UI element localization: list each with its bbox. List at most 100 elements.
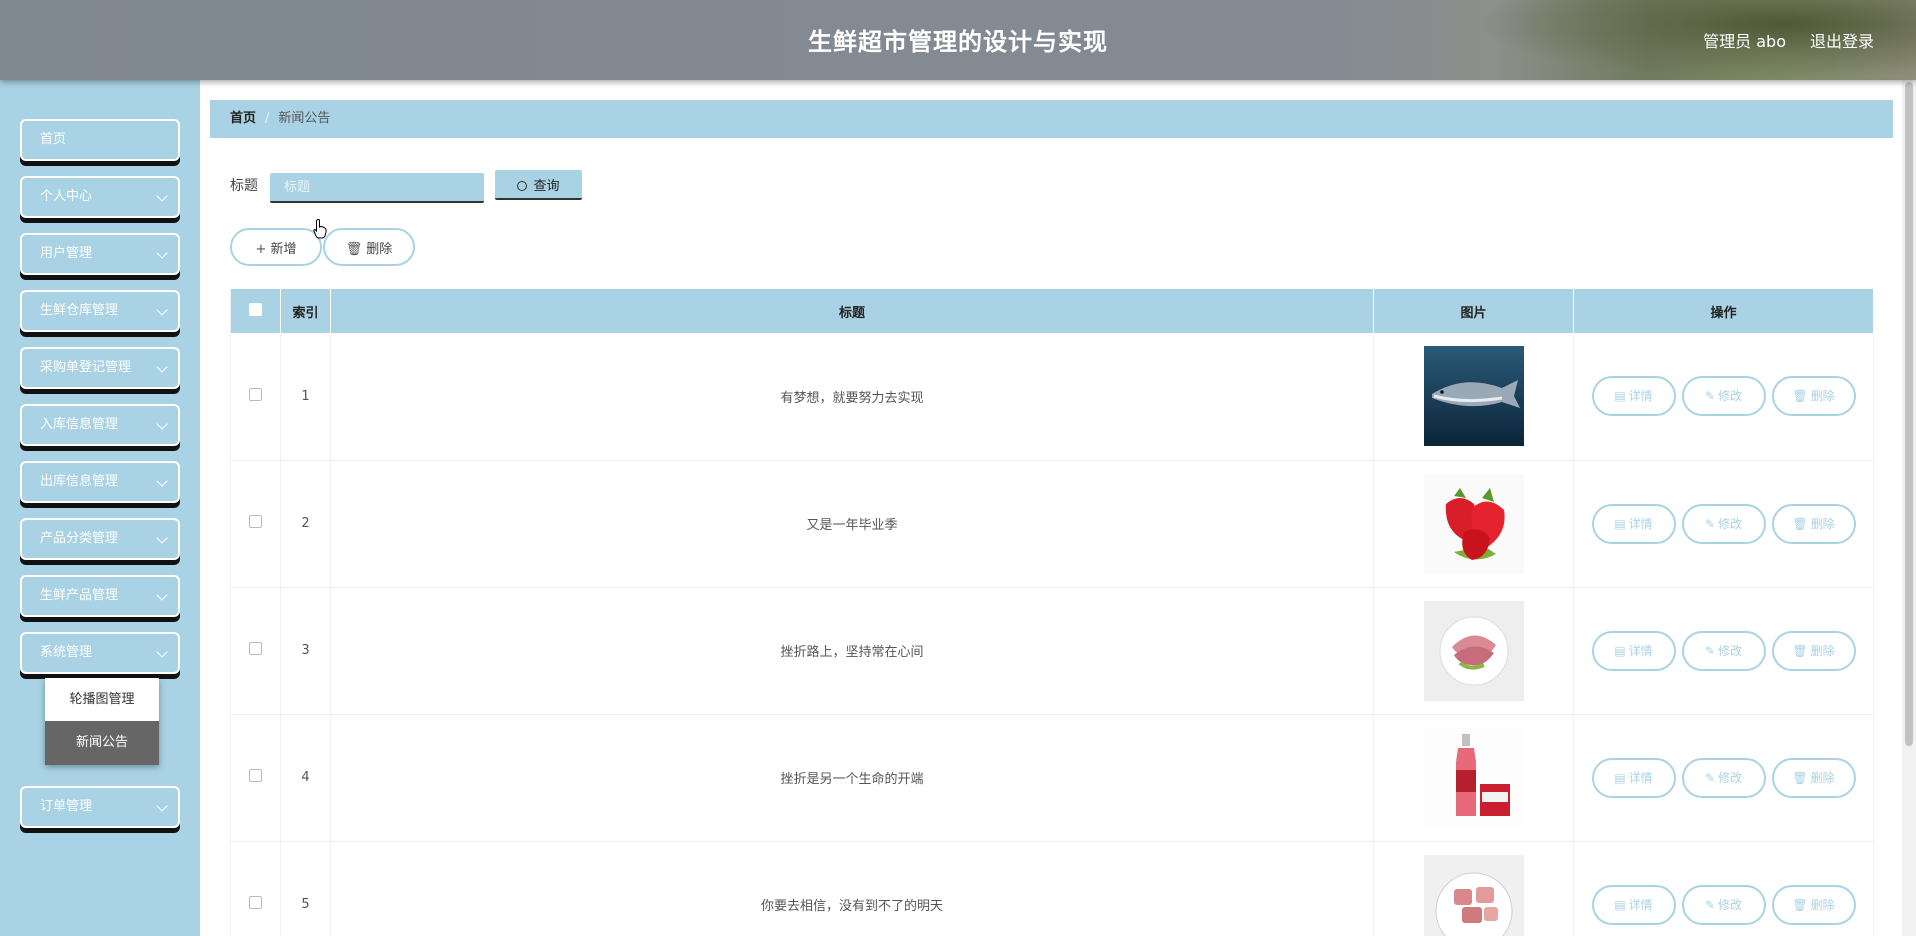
row-edit-label: 修改 — [1718, 389, 1743, 404]
edit-icon: ✎ — [1704, 897, 1716, 912]
row-detail-button[interactable]: ▤ 详情 — [1591, 757, 1676, 798]
bulk-delete-button-label: 删除 — [366, 241, 393, 257]
chevron-down-icon — [156, 418, 168, 430]
breadcrumb-home[interactable]: 首页 — [230, 111, 256, 126]
row-delete-button[interactable]: 🗑 删除 — [1771, 630, 1856, 671]
row-delete-label: 删除 — [1810, 770, 1835, 785]
row-title: 你要去相信，没有到不了的明天 — [330, 841, 1374, 936]
sidebar-item-purchase[interactable]: 采购单登记管理 — [20, 347, 180, 389]
row-checkbox[interactable] — [249, 896, 262, 909]
logout-link[interactable]: 退出登录 — [1810, 28, 1874, 52]
chevron-down-icon — [156, 190, 168, 202]
current-user-label: 管理员 abo — [1703, 32, 1786, 51]
row-edit-button[interactable]: ✎ 修改 — [1681, 630, 1766, 671]
row-detail-label: 详情 — [1628, 643, 1653, 658]
fish-image[interactable] — [1423, 346, 1524, 447]
edit-icon: ✎ — [1704, 516, 1716, 531]
row-edit-label: 修改 — [1718, 516, 1743, 531]
row-edit-button[interactable]: ✎ 修改 — [1681, 503, 1766, 544]
strawberry-image[interactable] — [1423, 473, 1524, 574]
plus-icon: + — [255, 241, 267, 257]
row-checkbox[interactable] — [249, 387, 262, 401]
chevron-down-icon — [156, 361, 168, 373]
submenu-item-carousel[interactable]: 轮播图管理 — [45, 678, 159, 721]
row-delete-button[interactable]: 🗑 删除 — [1771, 884, 1856, 925]
chevron-down-icon — [156, 532, 168, 544]
row-checkbox[interactable] — [249, 769, 262, 782]
row-edit-button[interactable]: ✎ 修改 — [1681, 376, 1766, 417]
table-row: 1 有梦想，就要努力去实现 ▤ 详情 ✎ 修改 🗑 删除 — [230, 333, 1874, 461]
row-edit-button[interactable]: ✎ 修改 — [1681, 884, 1766, 925]
sidebar-item-user-management[interactable]: 用户管理 — [20, 233, 180, 275]
sidebar-item-products[interactable]: 生鲜产品管理 — [20, 575, 180, 617]
row-detail-button[interactable]: ▤ 详情 — [1591, 630, 1676, 671]
row-delete-button[interactable]: 🗑 删除 — [1771, 376, 1856, 417]
row-edit-label: 修改 — [1718, 643, 1743, 658]
add-button[interactable]: + 新增 — [230, 228, 322, 266]
select-all-checkbox[interactable] — [249, 302, 262, 316]
sidebar-item-label: 生鲜仓库管理 — [40, 303, 119, 318]
meat-plate-image[interactable] — [1423, 854, 1524, 936]
row-edit-label: 修改 — [1718, 897, 1743, 912]
row-edit-button[interactable]: ✎ 修改 — [1681, 757, 1766, 798]
edit-icon: ✎ — [1704, 389, 1716, 404]
table-row: 4 挫折是另一个生命的开端 ▤ 详情 ✎ 修改 🗑 删除 — [230, 714, 1874, 842]
row-index: 2 — [280, 460, 331, 588]
juice-bottle-image[interactable] — [1423, 727, 1524, 828]
row-delete-label: 删除 — [1810, 643, 1835, 658]
row-checkbox[interactable] — [249, 515, 262, 528]
chevron-down-icon — [156, 646, 168, 658]
row-title: 挫折路上，坚持常在心间 — [330, 587, 1374, 715]
row-checkbox[interactable] — [249, 642, 262, 655]
row-index: 5 — [280, 841, 331, 936]
row-title: 挫折是另一个生命的开端 — [330, 714, 1374, 842]
row-delete-button[interactable]: 🗑 删除 — [1771, 757, 1856, 798]
sidebar-item-label: 生鲜产品管理 — [40, 588, 119, 603]
sidebar-item-home[interactable]: 首页 — [20, 119, 180, 161]
chevron-down-icon — [156, 589, 168, 601]
top-header: 生鲜超市管理的设计与实现 管理员 abo 退出登录 — [0, 0, 1916, 80]
sidebar-item-outbound[interactable]: 出库信息管理 — [20, 461, 180, 503]
app-title: 生鲜超市管理的设计与实现 — [808, 28, 1108, 56]
sidebar-item-label: 采购单登记管理 — [40, 360, 132, 375]
sidebar-item-orders[interactable]: 订单管理 — [20, 786, 180, 828]
table-header-row: 索引 标题 图片 操作 — [230, 289, 1874, 333]
page-scrollbar[interactable] — [1902, 80, 1916, 936]
sidebar-item-warehouse[interactable]: 生鲜仓库管理 — [20, 290, 180, 332]
breadcrumb-current: 新闻公告 — [278, 111, 331, 126]
news-table: 索引 标题 图片 操作 1 有梦想，就要努力去实现 ▤ 详情 ✎ 修改 🗑 删除… — [230, 289, 1874, 936]
search-title-input[interactable] — [270, 173, 484, 203]
search-button[interactable]: 查询 — [495, 170, 582, 200]
row-detail-button[interactable]: ▤ 详情 — [1591, 884, 1676, 925]
chevron-down-icon — [156, 800, 168, 812]
row-delete-button[interactable]: 🗑 删除 — [1771, 503, 1856, 544]
sidebar-item-label: 产品分类管理 — [40, 531, 119, 546]
row-detail-label: 详情 — [1628, 897, 1653, 912]
edit-icon: ✎ — [1704, 643, 1716, 658]
row-detail-button[interactable]: ▤ 详情 — [1591, 503, 1676, 544]
sidebar-item-system[interactable]: 系统管理 — [20, 632, 180, 674]
ham-plate-image[interactable] — [1423, 600, 1524, 701]
scrollbar-thumb[interactable] — [1905, 82, 1913, 746]
system-submenu: 轮播图管理 新闻公告 — [45, 678, 159, 765]
row-detail-button[interactable]: ▤ 详情 — [1591, 376, 1676, 417]
column-header-ops: 操作 — [1573, 289, 1874, 333]
sidebar-item-label: 系统管理 — [40, 645, 93, 660]
submenu-item-news[interactable]: 新闻公告 — [45, 721, 159, 765]
trash-icon: 🗑 — [1792, 389, 1808, 404]
sidebar-item-label: 出库信息管理 — [40, 474, 119, 489]
row-delete-label: 删除 — [1810, 897, 1835, 912]
sidebar-item-personal-center[interactable]: 个人中心 — [20, 176, 180, 218]
trash-icon: 🗑 — [1792, 643, 1808, 658]
sidebar-item-label: 用户管理 — [40, 246, 93, 261]
bulk-delete-button[interactable]: 🗑 删除 — [323, 228, 415, 266]
chevron-down-icon — [156, 475, 168, 487]
trash-icon: 🗑 — [345, 241, 363, 257]
breadcrumb-separator: / — [265, 111, 270, 126]
document-icon: ▤ — [1614, 516, 1626, 531]
table-row: 2 又是一年毕业季 ▤ 详情 ✎ 修改 🗑 删除 — [230, 460, 1874, 588]
column-header-title: 标题 — [330, 289, 1374, 333]
search-button-label: 查询 — [533, 178, 560, 194]
sidebar-item-category[interactable]: 产品分类管理 — [20, 518, 180, 560]
sidebar-item-inbound[interactable]: 入库信息管理 — [20, 404, 180, 446]
